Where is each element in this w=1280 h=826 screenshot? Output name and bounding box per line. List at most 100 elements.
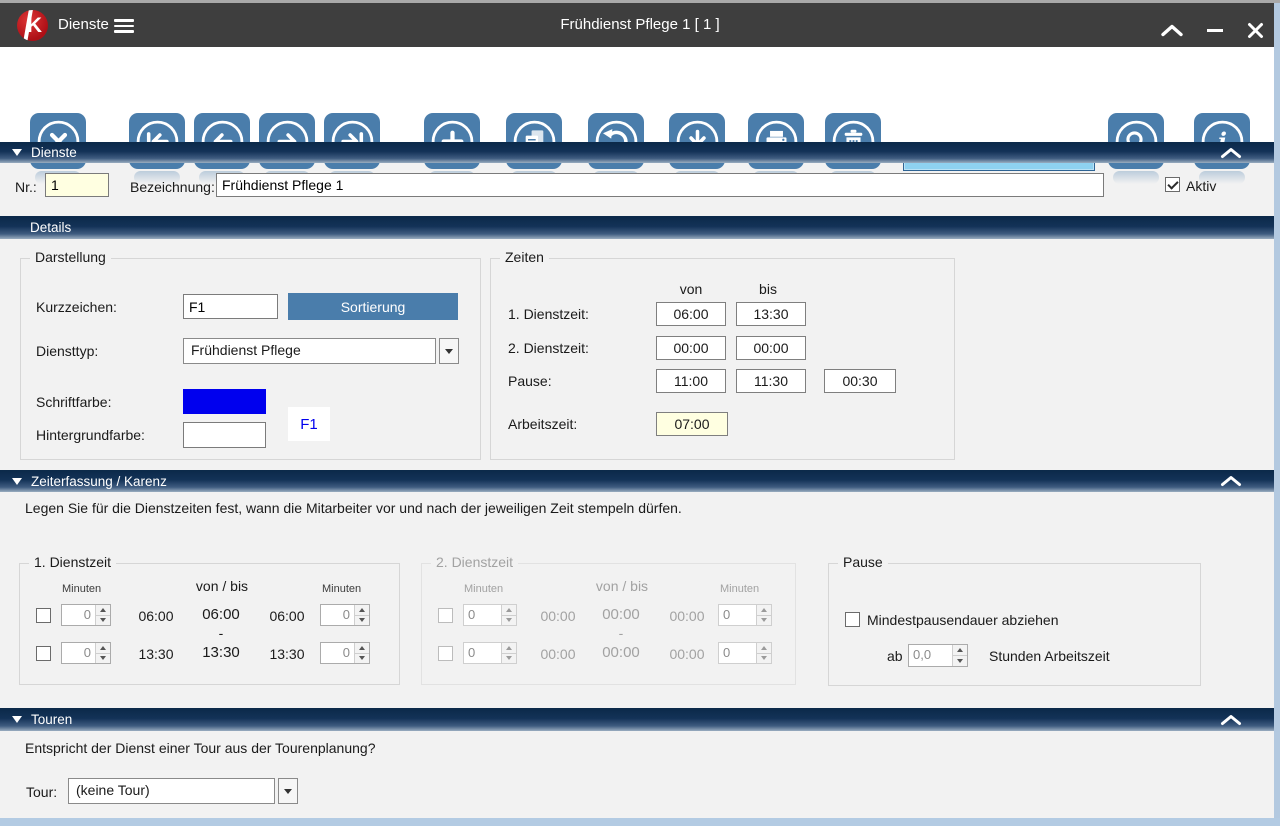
section-title-touren: Touren	[31, 712, 73, 727]
zeit-bis-2: 13:30	[269, 646, 305, 662]
minuten-label-left: Minuten	[62, 583, 102, 595]
collapse-triangle-icon	[12, 716, 22, 723]
dienstzeit1-von-field[interactable]: 06:00	[656, 302, 726, 326]
stunden-arbeitszeit-label: Stunden Arbeitszeit	[989, 648, 1110, 664]
minuten-label-left: Minuten	[464, 583, 504, 595]
close-window-button[interactable]	[1242, 21, 1268, 39]
section-collapse-button-zeiterfassung[interactable]	[1220, 476, 1242, 487]
vonbis-label: von / bis	[595, 578, 649, 594]
aktiv-checkbox[interactable]	[1165, 177, 1180, 192]
spinner-arrows[interactable]	[354, 643, 369, 663]
minuten-nach-spinner-row1: 0	[718, 604, 772, 626]
kurzzeichen-field[interactable]	[183, 294, 278, 319]
zeiten-title: Zeiten	[500, 249, 549, 265]
farb-preview: F1	[288, 407, 330, 441]
karenz-dienstzeit1-groupbox: 1. Dienstzeit Minuten von / bis Minuten …	[19, 554, 400, 685]
section-header-zeiterfassung[interactable]: Zeiterfassung / Karenz	[0, 470, 1274, 492]
hintergrundfarbe-label: Hintergrundfarbe:	[36, 427, 145, 443]
diensttyp-dropdown[interactable]: Frühdienst Pflege	[183, 338, 459, 364]
minuten-vor-spinner-row2[interactable]: 0	[61, 642, 111, 664]
tour-dropdown[interactable]: (keine Tour)	[68, 778, 298, 804]
kurzzeichen-label: Kurzzeichen:	[36, 299, 117, 315]
bis-column-label: bis	[759, 281, 777, 297]
stunden-spinner[interactable]: 0,0	[908, 644, 968, 667]
collapse-window-button[interactable]	[1159, 21, 1185, 39]
minuten-nach-spinner-row2[interactable]: 0	[320, 642, 370, 664]
spinner-arrows[interactable]	[952, 645, 967, 666]
zeit-trenner: -	[218, 625, 224, 641]
chevron-up-icon	[1221, 714, 1241, 725]
collapse-triangle-icon	[12, 477, 22, 485]
pause-bis-field[interactable]: 11:30	[736, 369, 806, 393]
zeiterfassung-description: Legen Sie für die Dienstzeiten fest, wan…	[25, 500, 682, 516]
dienstzeit2-bis-field[interactable]: 00:00	[736, 336, 806, 360]
zeit-bis: 13:30	[138, 646, 174, 662]
hintergrundfarbe-swatch[interactable]	[183, 422, 266, 448]
karenz-row2-checkbox	[438, 646, 453, 661]
minimize-button[interactable]	[1202, 21, 1228, 39]
karenz-dienstzeit2-title: 2. Dienstzeit	[431, 554, 519, 570]
arbeitszeit-label: Arbeitszeit:	[508, 416, 578, 432]
minuten-vor-spinner-row1[interactable]: 0	[61, 604, 111, 626]
karenz-row2-checkbox[interactable]	[36, 646, 51, 661]
chevron-up-icon	[1221, 147, 1241, 158]
karenz-row1-checkbox[interactable]	[36, 608, 51, 623]
section-header-touren[interactable]: Touren	[0, 708, 1274, 731]
zeit-bis-mitte: 13:30	[202, 644, 240, 661]
minuten-nach-spinner-row2: 0	[718, 642, 772, 664]
pause-label: Pause:	[508, 373, 552, 389]
vonbis-label: von / bis	[195, 578, 249, 594]
window-bottom-border	[0, 818, 1280, 826]
spinner-arrows[interactable]	[95, 643, 110, 663]
zeit-von: 06:00	[138, 608, 174, 624]
minuten-nach-spinner-row1[interactable]: 0	[320, 604, 370, 626]
dienstzeit1-bis-field[interactable]: 13:30	[736, 302, 806, 326]
zeit-von: 00:00	[540, 608, 576, 624]
chevron-up-icon	[1221, 476, 1241, 486]
minuten-vor-spinner-row1: 0	[463, 604, 517, 626]
spinner-arrows	[756, 643, 771, 663]
zeit-von-mitte: 00:00	[602, 606, 640, 623]
dienstzeit2-von-field[interactable]: 00:00	[656, 336, 726, 360]
dropdown-button[interactable]	[439, 338, 459, 364]
zeit-bis-mitte: 00:00	[602, 644, 640, 661]
section-header-details: Details	[0, 216, 1274, 239]
zeit-bis: 00:00	[540, 646, 576, 662]
dienstzeit1-label: 1. Dienstzeit:	[508, 306, 589, 322]
window-right-border	[1274, 3, 1280, 826]
pause-von-field[interactable]: 11:00	[656, 369, 726, 393]
collapse-triangle-icon	[12, 149, 22, 156]
section-title-details: Details	[30, 220, 72, 235]
minuten-label-right: Minuten	[720, 583, 760, 595]
spinner-arrows[interactable]	[354, 605, 369, 625]
nr-field[interactable]	[45, 173, 109, 197]
pause-dauer-field[interactable]: 00:30	[824, 369, 896, 393]
minuten-vor-spinner-row2: 0	[463, 642, 517, 664]
ab-label: ab	[887, 648, 903, 664]
zeit-von-2: 00:00	[669, 608, 705, 624]
zeiten-groupbox: Zeiten von bis 1. Dienstzeit: 06:00 13:3…	[490, 249, 955, 460]
zeit-bis-2: 00:00	[669, 646, 705, 662]
section-title-dienste: Dienste	[31, 145, 77, 160]
dropdown-button[interactable]	[278, 778, 298, 804]
zeit-von-2: 06:00	[269, 608, 305, 624]
schriftfarbe-swatch[interactable]	[183, 389, 266, 414]
tour-label: Tour:	[26, 784, 58, 800]
section-header-dienste[interactable]: Dienste	[0, 142, 1274, 163]
mindestpause-checkbox[interactable]	[845, 612, 860, 627]
spinner-arrows	[501, 643, 516, 663]
close-icon	[1247, 22, 1263, 38]
bezeichnung-field[interactable]	[216, 173, 1104, 197]
section-collapse-button-touren[interactable]	[1220, 714, 1242, 725]
sortierung-button[interactable]: Sortierung	[288, 293, 458, 320]
spinner-arrows[interactable]	[95, 605, 110, 625]
minimize-icon	[1207, 28, 1223, 32]
section-collapse-button-dienste[interactable]	[1220, 147, 1242, 158]
window-title: Frühdienst Pflege 1 [ 1 ]	[560, 16, 720, 33]
chevron-down-icon	[284, 788, 292, 794]
section-title-zeiterfassung: Zeiterfassung / Karenz	[31, 473, 167, 489]
spinner-arrows	[501, 605, 516, 625]
app-window: K Dienste Frühdienst Pflege 1 [ 1 ] Dien…	[0, 0, 1280, 826]
diensttyp-label: Diensttyp:	[36, 343, 99, 359]
aktiv-label: Aktiv	[1186, 178, 1217, 194]
